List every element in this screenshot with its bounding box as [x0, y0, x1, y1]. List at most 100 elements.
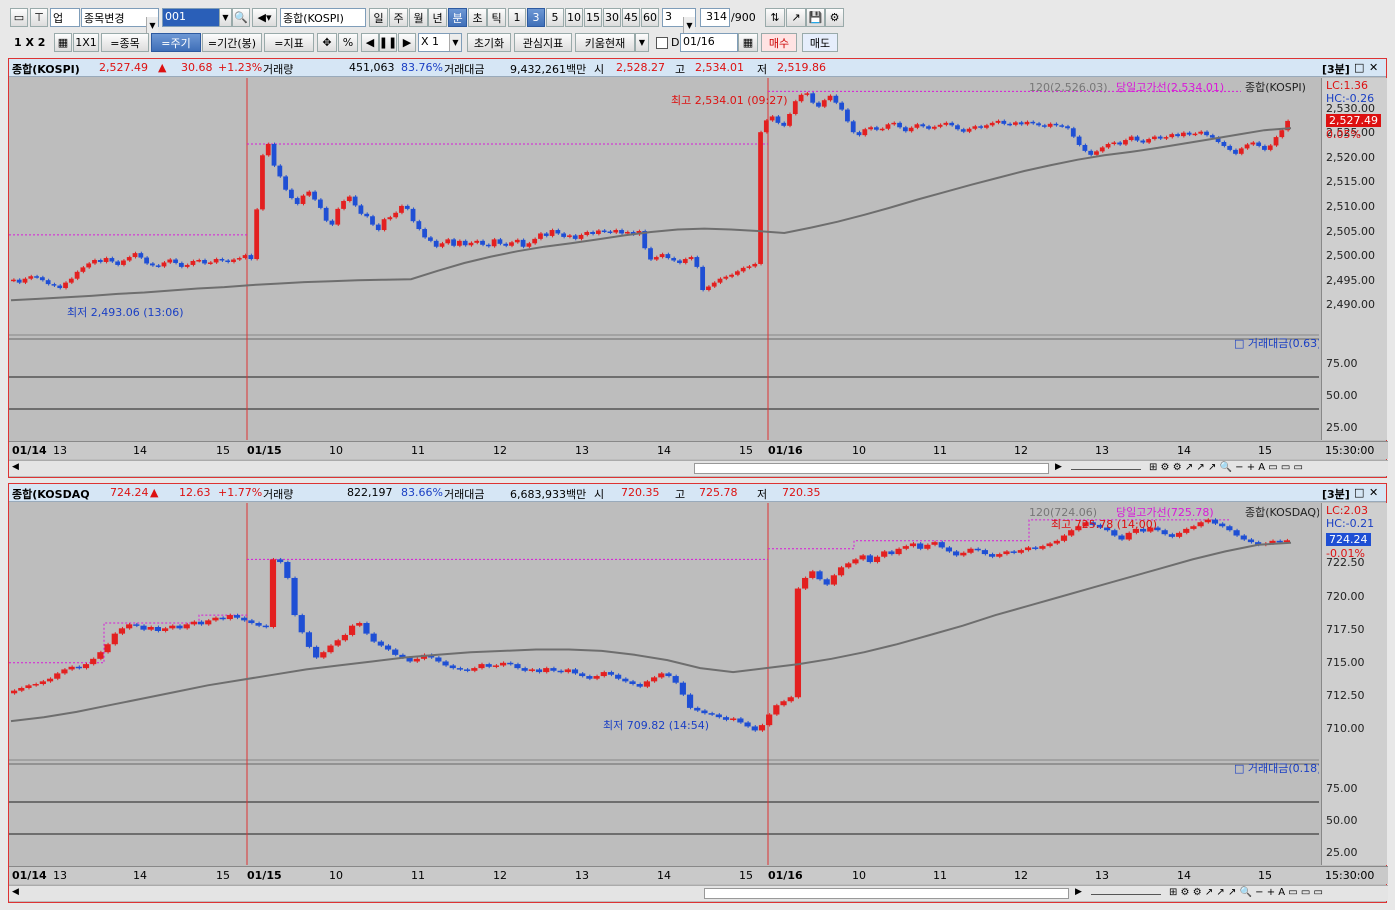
grid-1x1-button[interactable]: 1X1 — [73, 33, 99, 52]
compare-icon[interactable]: ⇅ — [765, 8, 785, 27]
kosdaq-chart-panel[interactable]: 종합(KOSDAQ 724.24 ▲ 12.63 +1.77% 거래량 822,… — [8, 483, 1388, 903]
index-name: 종합(KOSDAQ — [12, 488, 90, 501]
minute-60[interactable]: 60 — [641, 8, 659, 27]
chevron-down-icon[interactable]: ▼ — [449, 34, 461, 51]
candle — [485, 664, 492, 667]
minute-30[interactable]: 30 — [603, 8, 621, 27]
kiwoom-current-button[interactable]: 키움현재 — [575, 33, 635, 52]
chart-tools-icon[interactable]: ⊞ ⚙ ⚙ ↗ ↗ ↗ 🔍 − + A ▭ ▭ ▭ — [1169, 887, 1323, 898]
market-select[interactable]: 업 — [50, 8, 80, 27]
maximize-icon[interactable]: □ — [1354, 61, 1364, 74]
kosdaq-price-plot[interactable]: 120(724.06) 당일고가선(725.78) 종합(KOSDAQ)최고 725… — [9, 503, 1319, 865]
period-second[interactable]: 초 — [468, 8, 487, 27]
candle — [938, 542, 945, 548]
y-tick-label: 715.00 — [1326, 655, 1365, 669]
candle — [329, 220, 335, 225]
minute-45[interactable]: 45 — [622, 8, 640, 27]
candle — [1111, 530, 1118, 536]
percent-button[interactable]: % — [338, 33, 358, 52]
kiwoom-dropdown[interactable]: ▼ — [635, 33, 649, 52]
layout-label[interactable]: 1 X 2 — [14, 36, 45, 49]
candle — [161, 262, 167, 267]
low-label: 저 — [757, 63, 768, 76]
candle — [381, 219, 387, 231]
grid-icon[interactable]: ▦ — [54, 33, 72, 52]
candle — [677, 260, 682, 263]
range-option-button[interactable]: =기간(봉) — [202, 33, 262, 52]
chevron-down-icon[interactable]: ▼ — [146, 17, 158, 34]
candle — [734, 271, 740, 275]
scroll-thumb[interactable] — [704, 888, 1069, 899]
candle — [491, 239, 497, 247]
candle — [80, 267, 86, 272]
calendar-icon[interactable]: ▦ — [738, 33, 758, 52]
zoom-slider[interactable] — [1091, 892, 1161, 895]
candle — [25, 685, 32, 688]
maximize-icon[interactable]: □ — [1354, 486, 1364, 499]
buy-button[interactable]: 매수 — [761, 33, 797, 52]
candle — [514, 239, 520, 243]
prev-icon[interactable]: ◀ — [361, 33, 379, 52]
minute-3[interactable]: 3 — [527, 8, 545, 27]
candle — [615, 674, 622, 679]
count-input[interactable]: 314 — [700, 8, 730, 27]
kospi-price-plot[interactable]: 120(2,526.03) 당일고가선(2,534.01) 종합(KOSPI) 최고 … — [9, 78, 1319, 440]
save-icon[interactable]: 💾 — [806, 8, 825, 27]
trend-icon[interactable]: ↗ — [786, 8, 806, 27]
next-icon[interactable]: ▶ — [398, 33, 416, 52]
minute-1[interactable]: 1 — [508, 8, 526, 27]
gear-icon[interactable]: ⚙ — [825, 8, 844, 27]
candle — [393, 212, 399, 218]
candle — [665, 673, 672, 677]
index-name-field: 종합(KOSPI) — [280, 8, 366, 27]
zoom-slider[interactable] — [1071, 467, 1141, 470]
sell-button[interactable]: 매도 — [802, 33, 838, 52]
period-option-button[interactable]: =주기 — [151, 33, 201, 52]
y-tick-label: 2,490.00 — [1326, 298, 1375, 312]
candle — [202, 260, 207, 264]
pause-icon[interactable]: ❚❚ — [379, 33, 397, 52]
close-icon[interactable]: ✕ — [1369, 61, 1378, 74]
code-input[interactable]: 001 — [162, 8, 220, 27]
arrow-up-icon: ▲ — [150, 486, 159, 499]
minute-15[interactable]: 15 — [584, 8, 602, 27]
minute-10[interactable]: 10 — [565, 8, 583, 27]
code-dropdown-button[interactable]: ▼ — [219, 8, 232, 27]
scroll-right-icon[interactable]: ▶ — [1075, 887, 1082, 897]
low-note: 최저 709.82 (14:54) — [603, 719, 709, 732]
speaker-icon[interactable]: ◀▾ — [252, 8, 277, 27]
window-icon[interactable]: ▭ — [10, 8, 28, 27]
period-day[interactable]: 일 — [369, 8, 388, 27]
candle — [729, 274, 734, 277]
candle — [241, 617, 248, 621]
period-tick[interactable]: 틱 — [487, 8, 506, 27]
kospi-scrollbar[interactable]: ◀ ▶ ⊞ ⚙ ⚙ ↗ ↗ ↗ 🔍 − + A ▭ ▭ ▭ — [9, 460, 1388, 476]
kosdaq-scrollbar[interactable]: ◀ ▶ ⊞ ⚙ ⚙ ↗ ↗ ↗ 🔍 − + A ▭ ▭ ▭ — [9, 885, 1388, 901]
stock-option-button[interactable]: =종목 — [101, 33, 149, 52]
scroll-left-icon[interactable]: ◀ — [12, 462, 19, 472]
scroll-thumb[interactable] — [694, 463, 1049, 474]
date-checkbox[interactable] — [656, 37, 668, 49]
period-minute[interactable]: 분 — [448, 8, 467, 27]
time-tick-label: 15 — [1258, 869, 1272, 882]
y-tick-label: 2,495.00 — [1326, 273, 1375, 287]
chart-tools-icon[interactable]: ⊞ ⚙ ⚙ ↗ ↗ ↗ 🔍 − + A ▭ ▭ ▭ — [1149, 462, 1303, 473]
search-icon[interactable]: 🔍 — [232, 8, 250, 27]
pin-icon[interactable]: ⊤ — [30, 8, 48, 27]
period-year[interactable]: 년 — [428, 8, 447, 27]
period-month[interactable]: 월 — [409, 8, 428, 27]
candle — [39, 681, 46, 685]
minute-5[interactable]: 5 — [546, 8, 564, 27]
move-icon[interactable]: ✥ — [317, 33, 337, 52]
init-button[interactable]: 초기화 — [467, 33, 511, 52]
period-week[interactable]: 주 — [389, 8, 408, 27]
chevron-down-icon[interactable]: ▼ — [683, 17, 695, 34]
interest-indicator-button[interactable]: 관심지표 — [514, 33, 572, 52]
indicator-option-button[interactable]: =지표 — [264, 33, 314, 52]
scroll-left-icon[interactable]: ◀ — [12, 887, 19, 897]
scroll-right-icon[interactable]: ▶ — [1055, 462, 1062, 472]
kospi-chart-panel[interactable]: 종합(KOSPI) 2,527.49 ▲ 30.68 +1.23% 거래량 45… — [8, 58, 1388, 478]
close-icon[interactable]: ✕ — [1369, 486, 1378, 499]
candle — [908, 127, 914, 132]
date-input[interactable]: 01/16 — [680, 33, 738, 52]
